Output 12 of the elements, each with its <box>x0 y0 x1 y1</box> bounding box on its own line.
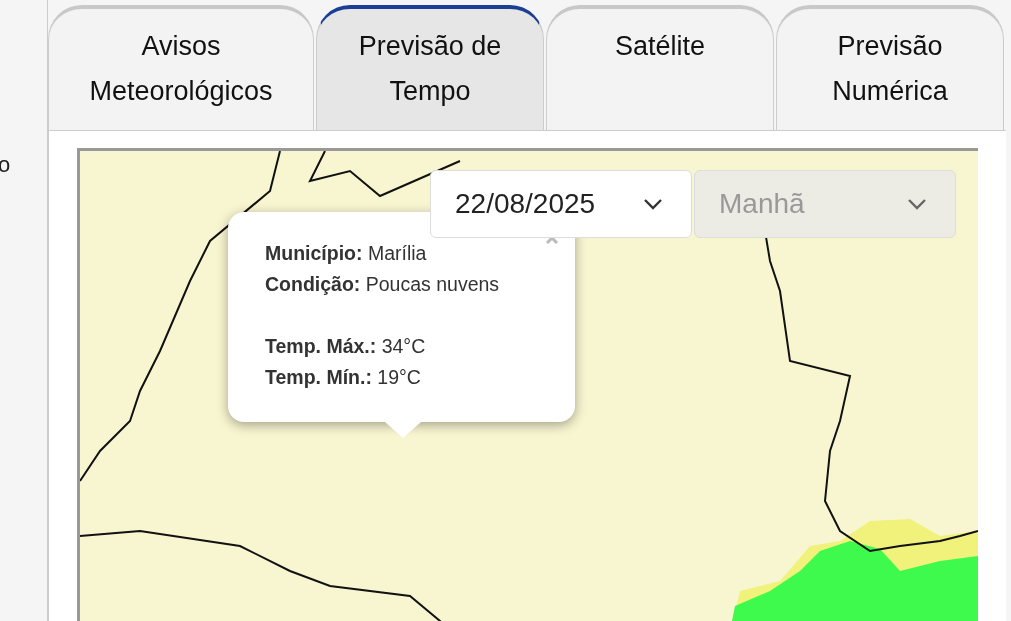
chevron-down-icon <box>907 198 927 210</box>
info-line: Temp. Máx.: 34°C <box>265 334 426 359</box>
info-line: Temp. Mín.: 19°C <box>265 365 421 390</box>
tab[interactable]: Previsão de Tempo <box>316 5 544 130</box>
chevron-down-icon <box>643 198 663 210</box>
date-select[interactable]: 22/08/2025 <box>430 170 692 238</box>
tab[interactable]: Previsão Numérica <box>776 5 1004 130</box>
info-line: Município: Marília <box>265 241 427 266</box>
close-icon[interactable] <box>545 238 559 245</box>
info-line: Condição: Poucas nuvens <box>265 272 500 297</box>
tab[interactable]: Satélite <box>546 5 774 130</box>
tab[interactable]: Avisos Meteorológicos <box>48 5 314 130</box>
